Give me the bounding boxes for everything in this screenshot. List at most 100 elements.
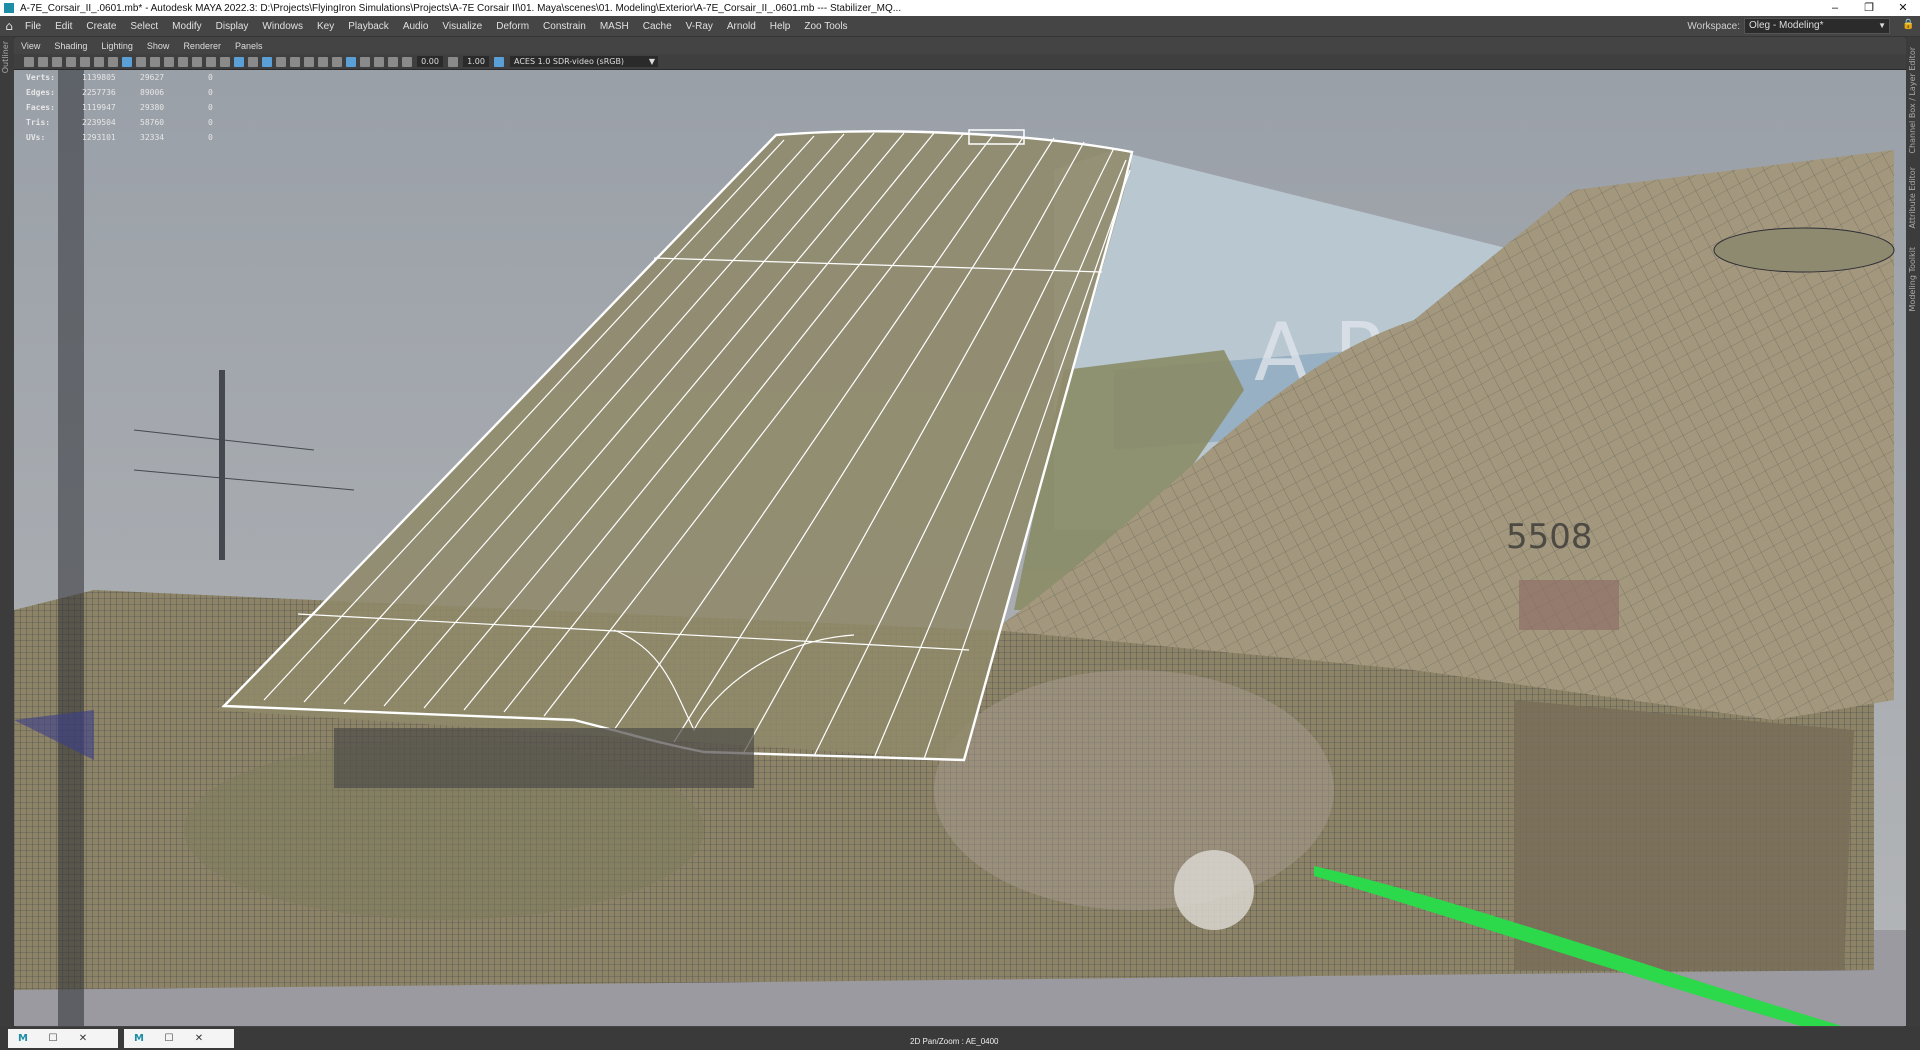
menu-modify[interactable]: Modify	[165, 21, 208, 32]
maya-icon: M	[18, 1033, 28, 1044]
select-camera-icon[interactable]	[24, 56, 34, 67]
modeling-viewport[interactable]: A R 5508	[14, 70, 1906, 1026]
close-button[interactable]: ✕	[1886, 0, 1920, 16]
xray-joints-icon[interactable]	[360, 56, 370, 67]
color-space-value: ACES 1.0 SDR-video (sRGB)	[514, 57, 625, 66]
minimize-button[interactable]: –	[1818, 0, 1852, 16]
menu-windows[interactable]: Windows	[255, 21, 310, 32]
gamma-icon[interactable]	[448, 56, 458, 67]
panel-menu-lighting[interactable]: Lighting	[94, 41, 140, 51]
menu-constrain[interactable]: Constrain	[536, 21, 593, 32]
xray-icon[interactable]	[346, 56, 356, 67]
bookmark-icon[interactable]	[66, 56, 76, 67]
workspace-value: Oleg - Modeling*	[1749, 20, 1824, 31]
menu-display[interactable]: Display	[209, 21, 256, 32]
menu-select[interactable]: Select	[123, 21, 165, 32]
panel-menu-show[interactable]: Show	[140, 41, 177, 51]
menu-visualize[interactable]: Visualize	[435, 21, 489, 32]
workspace-label: Workspace:	[1687, 20, 1740, 32]
panel-menu-panels[interactable]: Panels	[228, 41, 270, 51]
attribute-editor-tab[interactable]: Attribute Editor	[1908, 167, 1917, 229]
menu-vray[interactable]: V-Ray	[679, 21, 720, 32]
lock-camera-icon[interactable]	[38, 56, 48, 67]
chevron-down-icon: ▼	[648, 57, 655, 66]
color-management-icon[interactable]	[494, 56, 504, 67]
restore-icon[interactable]: ☐	[38, 1033, 68, 1044]
engine-bay	[334, 728, 754, 788]
smooth-shade-icon[interactable]	[234, 56, 244, 67]
shadow-strip	[58, 70, 84, 1026]
panel-menu-shading[interactable]: Shading	[47, 41, 94, 51]
viewport-scene: A R 5508	[14, 70, 1906, 1026]
tail-code: 5508	[1506, 517, 1593, 557]
2d-pan-zoom-icon[interactable]	[94, 56, 104, 67]
menu-cache[interactable]: Cache	[636, 21, 679, 32]
shadows-icon[interactable]	[304, 56, 314, 67]
menu-mash[interactable]: MASH	[593, 21, 636, 32]
menu-deform[interactable]: Deform	[489, 21, 536, 32]
lock-icon[interactable]: 🔒	[1902, 19, 1914, 31]
menu-zoo-tools[interactable]: Zoo Tools	[797, 21, 854, 32]
resolution-gate-icon[interactable]	[150, 56, 160, 67]
poly-count-hud: Verts: 1139805 29627 0 Edges: 2257736 89…	[26, 70, 228, 145]
workspace-dropdown[interactable]: Oleg - Modeling* ▼	[1744, 18, 1890, 34]
channel-box-tab[interactable]: Channel Box / Layer Editor	[1908, 47, 1917, 154]
menu-file[interactable]: File	[18, 21, 48, 32]
menu-key[interactable]: Key	[310, 21, 341, 32]
roundel	[1174, 850, 1254, 930]
hud-row-uvs: UVs: 1293101 32334 0	[26, 133, 213, 142]
menu-edit[interactable]: Edit	[48, 21, 79, 32]
chevron-down-icon: ▼	[1878, 21, 1886, 30]
menu-playback[interactable]: Playback	[341, 21, 396, 32]
field-chart-icon[interactable]	[178, 56, 188, 67]
right-dock-strip: Channel Box / Layer Editor Attribute Edi…	[1905, 37, 1920, 1027]
safe-action-icon[interactable]	[192, 56, 202, 67]
safe-title-icon[interactable]	[206, 56, 216, 67]
restore-button[interactable]: ❐	[1852, 0, 1886, 16]
window-title: A-7E_Corsair_II_.0601.mb* - Autodesk MAY…	[20, 2, 902, 14]
outliner-tab[interactable]: Outliner	[1, 41, 10, 73]
wireframe-on-shaded-icon[interactable]	[262, 56, 272, 67]
exposure-field[interactable]: 0.00	[417, 56, 443, 67]
camera-label: 2D Pan/Zoom : AE_0400	[910, 1037, 999, 1046]
camera-film-gate-icon[interactable]	[388, 56, 398, 67]
grease-pencil-icon[interactable]	[108, 56, 118, 67]
panel-menu-view[interactable]: View	[14, 41, 47, 51]
menu-create[interactable]: Create	[79, 21, 123, 32]
workspace-selector: Workspace: Oleg - Modeling* ▼	[1687, 18, 1890, 34]
exhaust-section	[1514, 700, 1854, 970]
isolate-select-icon[interactable]	[374, 56, 384, 67]
maya-app-icon	[4, 3, 14, 13]
tail-flag	[1519, 580, 1619, 630]
camo-patch	[934, 670, 1334, 910]
panel-toolbar: 0.00 1.00 ACES 1.0 SDR-video (sRGB) ▼	[14, 54, 1906, 70]
screen-space-ao-icon[interactable]	[318, 56, 328, 67]
exposure-icon[interactable]	[402, 56, 412, 67]
modeling-toolkit-tab[interactable]: Modeling Toolkit	[1908, 247, 1917, 311]
motion-blur-icon[interactable]	[332, 56, 342, 67]
main-menu-bar: ⌂ File Edit Create Select Modify Display…	[0, 16, 1920, 37]
menu-audio[interactable]: Audio	[396, 21, 436, 32]
taskbar-maya-window-2[interactable]: M ☐ ✕	[124, 1029, 234, 1048]
color-space-dropdown[interactable]: ACES 1.0 SDR-video (sRGB) ▼	[510, 56, 658, 67]
gate-mask-icon[interactable]	[164, 56, 174, 67]
default-material-icon[interactable]	[248, 56, 258, 67]
home-icon[interactable]: ⌂	[0, 19, 18, 33]
textured-icon[interactable]	[276, 56, 286, 67]
camera-attributes-icon[interactable]	[52, 56, 62, 67]
close-icon[interactable]: ✕	[68, 1033, 98, 1044]
menu-arnold[interactable]: Arnold	[720, 21, 763, 32]
wireframe-icon[interactable]	[220, 56, 230, 67]
close-icon[interactable]: ✕	[184, 1033, 214, 1044]
grid-icon[interactable]	[122, 56, 132, 67]
title-bar: A-7E_Corsair_II_.0601.mb* - Autodesk MAY…	[0, 0, 1920, 16]
restore-icon[interactable]: ☐	[154, 1033, 184, 1044]
tail-fairing	[1713, 227, 1895, 273]
film-gate-icon[interactable]	[136, 56, 146, 67]
use-all-lights-icon[interactable]	[290, 56, 300, 67]
gamma-field[interactable]: 1.00	[463, 56, 489, 67]
taskbar-maya-window-1[interactable]: M ☐ ✕	[8, 1029, 118, 1048]
menu-help[interactable]: Help	[763, 21, 798, 32]
panel-menu-renderer[interactable]: Renderer	[176, 41, 228, 51]
image-plane-icon[interactable]	[80, 56, 90, 67]
